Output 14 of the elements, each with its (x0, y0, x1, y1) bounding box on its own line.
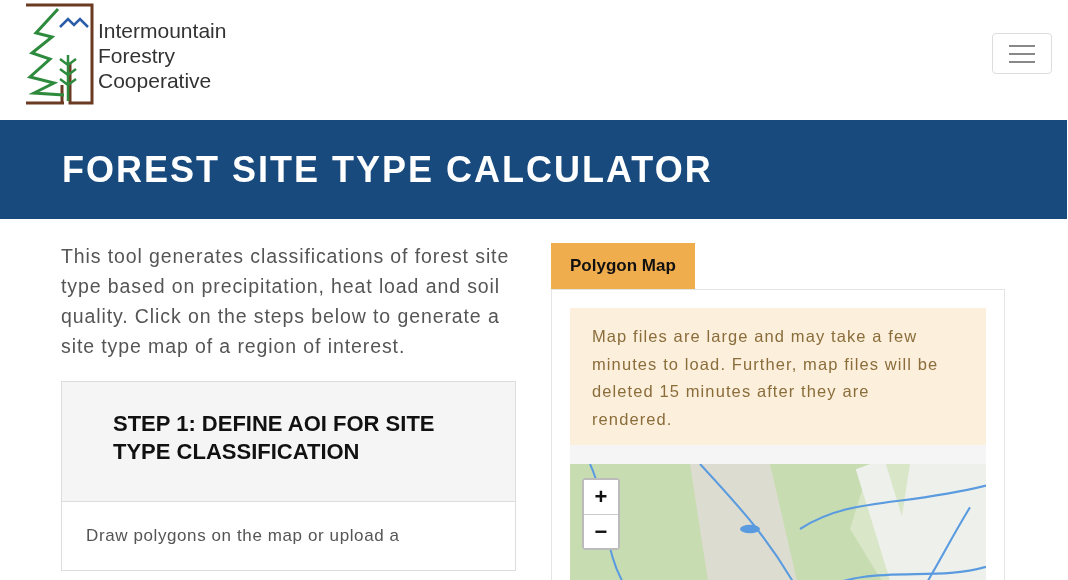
menu-button[interactable] (992, 33, 1052, 74)
logo-text: Forestry (98, 43, 176, 68)
alert-text: Map files are large and may take a few minutes to load. Further, map files will be deleted 15 minutes after they are rendered. (592, 327, 939, 428)
zoom-out-button[interactable]: − (584, 514, 618, 548)
logo-text: Intermountain (98, 18, 227, 43)
logo-tree-icon (24, 3, 94, 105)
map-tab[interactable]: Polygon Map (551, 243, 695, 289)
intro-paragraph: This tool generates classifications of forest site type based on precipitation, heat load and soil quality. Click on the steps below to generate a site type map of a region of interest. (61, 244, 511, 359)
menu-icon (1009, 43, 1035, 64)
step-header[interactable]: STEP 1: DEFINE AOI FOR SITE TYPE CLASSIFICATION (62, 382, 515, 502)
step-text: Draw polygons on the map or upload a (85, 525, 401, 547)
page-title: FOREST SITE TYPE CALCULATOR (62, 148, 713, 191)
step-title: STEP 1: DEFINE AOI FOR SITE TYPE CLASSIFICATION (113, 410, 436, 466)
logo-text: Cooperative (98, 68, 213, 93)
